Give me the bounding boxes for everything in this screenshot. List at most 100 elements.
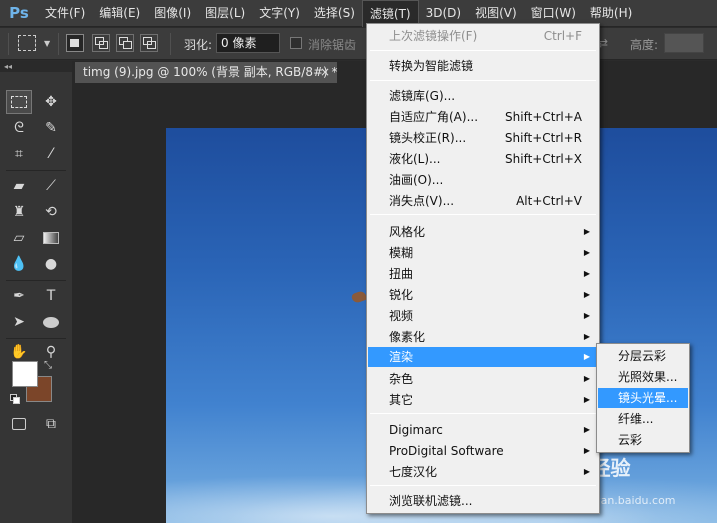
- submenu-arrow-icon: ▶: [583, 269, 590, 278]
- move-icon[interactable]: ✥: [38, 90, 64, 114]
- submenu-arrow-icon: ▶: [583, 446, 590, 455]
- new-selection-button[interactable]: [66, 34, 84, 52]
- eyedropper-icon[interactable]: ⁄: [38, 142, 64, 166]
- menu-item-blur[interactable]: 模糊 ▶: [368, 243, 598, 263]
- marquee-icon[interactable]: [6, 90, 32, 114]
- menu-item-noise[interactable]: 杂色 ▶: [368, 369, 598, 389]
- eraser-icon[interactable]: ▱: [6, 226, 32, 250]
- divider: [58, 33, 59, 55]
- quick-mask-icon[interactable]: [6, 412, 32, 436]
- menu-item-liquify[interactable]: 液化(L)... Shift+Ctrl+X: [368, 149, 598, 169]
- menu-item-label: 其它: [389, 393, 414, 407]
- ellipse-icon[interactable]: [38, 310, 64, 334]
- crop-icon[interactable]: ⌗: [6, 142, 32, 166]
- menu-item-browse-online[interactable]: 浏览联机滤镜...: [368, 491, 598, 511]
- subtract-selection-button[interactable]: [116, 34, 134, 52]
- menu-item-convert-smart-filter[interactable]: 转换为智能滤镜: [368, 56, 598, 76]
- screen-mode-icon[interactable]: ⧉: [38, 412, 64, 436]
- menu-item-label: 消失点(V)...: [389, 194, 455, 208]
- submenu-arrow-icon: ▶: [583, 395, 590, 404]
- menu-item-other[interactable]: 其它 ▶: [368, 390, 598, 410]
- add-selection-button[interactable]: [92, 34, 110, 52]
- menu-item-label: 七度汉化: [389, 465, 438, 479]
- menu-item-adaptive-wide-angle[interactable]: 自适应广角(A)... Shift+Ctrl+A: [368, 107, 598, 127]
- submenu-arrow-icon: ▶: [583, 374, 590, 383]
- menu-edit[interactable]: 编辑(E): [92, 0, 147, 27]
- menu-item-label: ProDigital Software: [389, 444, 504, 458]
- shortcut-label: Ctrl+F: [543, 29, 582, 43]
- menu-item-distort[interactable]: 扭曲 ▶: [368, 264, 598, 284]
- height-input[interactable]: [664, 33, 704, 53]
- photoshop-logo: Ps: [9, 4, 29, 22]
- antialias-label: 消除锯齿: [308, 38, 357, 52]
- blur-icon[interactable]: 💧: [6, 252, 32, 276]
- divider: [6, 338, 66, 339]
- foreground-color-swatch[interactable]: [12, 361, 38, 387]
- menu-separator: [370, 80, 596, 81]
- menu-item-label: 浏览联机滤镜...: [389, 494, 473, 508]
- type-icon[interactable]: T: [38, 284, 64, 308]
- menu-item-qidu-localization[interactable]: 七度汉化 ▶: [368, 462, 598, 482]
- menu-item-pixelate[interactable]: 像素化 ▶: [368, 327, 598, 347]
- default-colors-icon[interactable]: [10, 394, 20, 404]
- menu-item-label: 自适应广角(A)...: [389, 110, 479, 124]
- menu-file[interactable]: 文件(F): [38, 0, 92, 27]
- document-tab-title: timg (9).jpg @ 100% (背景 副本, RGB/8#) *: [83, 65, 338, 79]
- menu-item-oil-paint[interactable]: 油画(O)...: [368, 170, 598, 190]
- render-submenu: 分层云彩 光照效果... 镜头光晕... 纤维... 云彩: [596, 343, 690, 453]
- gradient-icon[interactable]: [38, 226, 64, 250]
- divider: [6, 280, 66, 281]
- quick-select-icon[interactable]: ✎: [38, 116, 64, 140]
- submenu-item-difference-clouds[interactable]: 分层云彩: [598, 346, 688, 366]
- submenu-arrow-icon: ▶: [583, 332, 590, 341]
- toolbox-collapse-icon[interactable]: ◂◂: [0, 61, 72, 72]
- menu-type[interactable]: 文字(Y): [252, 0, 307, 27]
- marquee-preset-icon[interactable]: [18, 35, 36, 51]
- history-brush-icon[interactable]: ⟲: [38, 200, 64, 224]
- menu-item-lens-correction[interactable]: 镜头校正(R)... Shift+Ctrl+R: [368, 128, 598, 148]
- submenu-arrow-icon: ▶: [583, 425, 590, 434]
- clone-stamp-icon[interactable]: ♜: [6, 200, 32, 224]
- height-label: 高度:: [630, 38, 659, 52]
- dodge-icon[interactable]: ●: [38, 252, 64, 276]
- document-tab[interactable]: timg (9).jpg @ 100% (背景 副本, RGB/8#) * ×: [75, 62, 338, 83]
- menu-item-prodigital[interactable]: ProDigital Software ▶: [368, 441, 598, 461]
- submenu-item-fibers[interactable]: 纤维...: [598, 409, 688, 429]
- menu-image[interactable]: 图像(I): [147, 0, 198, 27]
- swap-colors-icon[interactable]: ⤡: [44, 360, 52, 371]
- submenu-item-clouds[interactable]: 云彩: [598, 430, 688, 450]
- submenu-item-lens-flare[interactable]: 镜头光晕...: [598, 388, 688, 408]
- options-grip: [8, 33, 9, 55]
- antialias-checkbox[interactable]: [290, 37, 302, 49]
- feather-input[interactable]: 0 像素: [216, 33, 280, 53]
- menu-item-digimarc[interactable]: Digimarc ▶: [368, 420, 598, 440]
- menu-item-vanishing-point[interactable]: 消失点(V)... Alt+Ctrl+V: [368, 191, 598, 211]
- submenu-arrow-icon: ▶: [583, 311, 590, 320]
- menu-layer[interactable]: 图层(L): [198, 0, 252, 27]
- menu-item-label: 风格化: [389, 225, 426, 239]
- menu-separator: [370, 50, 596, 51]
- menu-item-label: 上次滤镜操作(F): [389, 29, 478, 43]
- menu-item-last-filter: 上次滤镜操作(F) Ctrl+F: [368, 26, 598, 46]
- menu-item-label: 模糊: [389, 246, 414, 260]
- brush-icon[interactable]: ⟋: [38, 174, 64, 198]
- menu-item-label: 杂色: [389, 372, 414, 386]
- options-bar: ▼ 羽化: 0 像素 消除锯齿 ⇄ 高度:: [0, 28, 717, 60]
- lasso-icon[interactable]: ᘓ: [6, 116, 32, 140]
- menu-select[interactable]: 选择(S): [307, 0, 362, 27]
- intersect-selection-button[interactable]: [140, 34, 158, 52]
- menu-separator: [370, 214, 596, 215]
- menu-item-filter-gallery[interactable]: 滤镜库(G)...: [368, 86, 598, 106]
- path-select-icon[interactable]: ➤: [6, 310, 32, 334]
- close-icon[interactable]: ×: [320, 62, 330, 83]
- pen-icon[interactable]: ✒: [6, 284, 32, 308]
- menu-item-video[interactable]: 视频 ▶: [368, 306, 598, 326]
- submenu-arrow-icon: ▶: [583, 467, 590, 476]
- menu-item-render[interactable]: 渲染 ▶: [368, 347, 598, 367]
- healing-brush-icon[interactable]: ▰: [6, 174, 32, 198]
- submenu-item-lighting-effects[interactable]: 光照效果...: [598, 367, 688, 387]
- chevron-down-icon[interactable]: ▼: [44, 39, 50, 48]
- menu-item-stylize[interactable]: 风格化 ▶: [368, 222, 598, 242]
- shortcut-label: Shift+Ctrl+X: [505, 152, 582, 166]
- menu-item-sharpen[interactable]: 锐化 ▶: [368, 285, 598, 305]
